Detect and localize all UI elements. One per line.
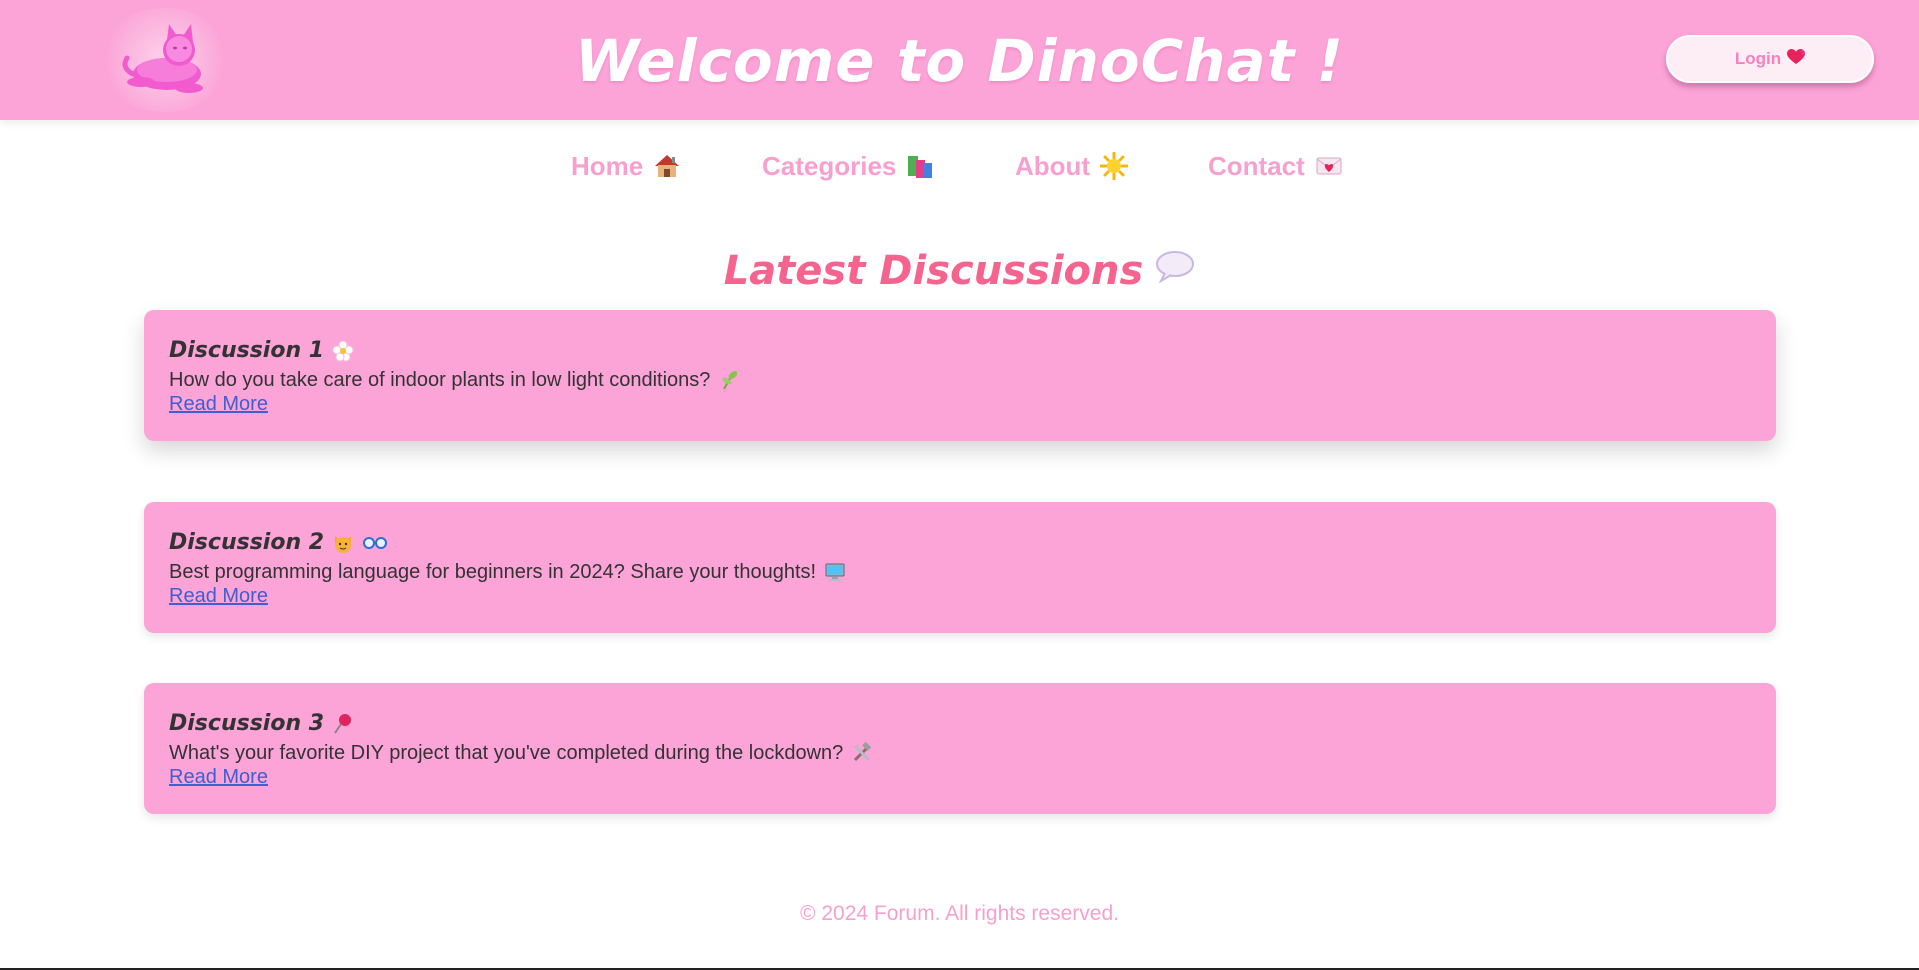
- discussion-title: Discussion 3: [169, 711, 325, 736]
- hammer-wrench-icon: [851, 741, 873, 764]
- main-nav: Home Categories About Contact: [0, 146, 1919, 186]
- discussion-title: Discussion 1: [169, 338, 325, 363]
- nav-categories[interactable]: Categories: [762, 146, 934, 186]
- nav-categories-label: Categories: [762, 150, 897, 181]
- love-letter-icon: [1315, 152, 1343, 180]
- speech-bubble-icon: [1155, 245, 1195, 295]
- login-label: Login: [1734, 49, 1782, 68]
- sun-icon: [1099, 151, 1129, 181]
- discussion-text-row: What's your favorite DIY project that yo…: [169, 741, 1751, 765]
- nav-home[interactable]: Home: [571, 146, 681, 186]
- discussion-text: How do you take care of indoor plants in…: [169, 369, 711, 391]
- computer-icon: [824, 561, 846, 583]
- discussion-card[interactable]: Discussion 2 Best programming language f…: [144, 502, 1776, 633]
- nav-about-label: About: [1015, 150, 1091, 181]
- discussion-text: Best programming language for beginners …: [169, 561, 817, 583]
- site-header: Welcome to DinoChat ! Login: [0, 0, 1919, 120]
- footer-copyright: © 2024 Forum. All rights reserved.: [800, 902, 1119, 925]
- house-icon: [653, 152, 681, 180]
- discussion-card[interactable]: Discussion 3 What's your favorite DIY pr…: [144, 683, 1776, 814]
- books-icon: [906, 152, 934, 180]
- read-more-link[interactable]: Read More: [169, 584, 268, 608]
- nav-about[interactable]: About: [1015, 146, 1129, 186]
- heart-icon: [1787, 48, 1806, 70]
- read-more-link[interactable]: Read More: [169, 392, 268, 416]
- flower-icon: [332, 340, 354, 362]
- site-title: Welcome to DinoChat !: [575, 27, 1344, 95]
- discussion-text: What's your favorite DIY project that yo…: [169, 742, 844, 764]
- read-more-link[interactable]: Read More: [169, 765, 268, 789]
- discussion-title-row: Discussion 3: [169, 709, 1751, 739]
- discussion-text-row: How do you take care of indoor plants in…: [169, 368, 1751, 392]
- page: Welcome to DinoChat ! Login Home Categor…: [0, 0, 1919, 970]
- latest-discussions-heading: Latest Discussions: [0, 246, 1919, 296]
- nav-contact-label: Contact: [1208, 150, 1305, 181]
- seedling-icon: [718, 369, 740, 391]
- pushpin-icon: [332, 713, 354, 735]
- nav-home-label: Home: [571, 150, 644, 181]
- discussion-title: Discussion 2: [169, 530, 325, 555]
- discussion-title-row: Discussion 2: [169, 528, 1751, 558]
- cat-face-icon: [332, 532, 354, 554]
- glasses-icon: [362, 532, 388, 554]
- discussion-card[interactable]: Discussion 1 How do you take care of ind…: [144, 310, 1776, 441]
- discussion-text-row: Best programming language for beginners …: [169, 560, 1751, 584]
- nav-contact[interactable]: Contact: [1208, 146, 1343, 186]
- latest-discussions-label: Latest Discussions: [723, 248, 1144, 294]
- discussion-title-row: Discussion 1: [169, 336, 1751, 366]
- login-button[interactable]: Login: [1666, 35, 1874, 83]
